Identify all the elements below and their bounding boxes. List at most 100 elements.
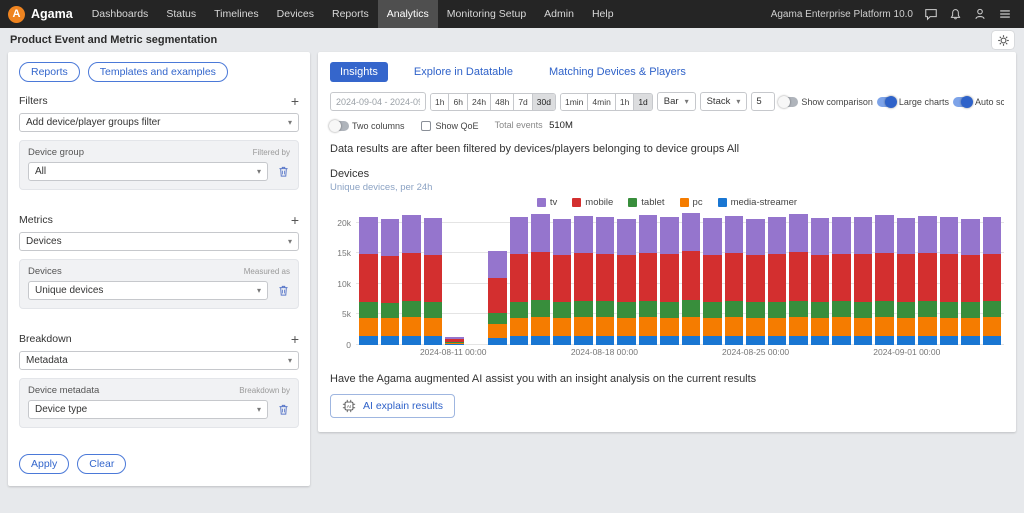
bar-2024-08-11[interactable] [445,213,464,345]
resolution-1min[interactable]: 1min [561,94,587,110]
chart-type-select[interactable]: Bar ▾ [657,92,696,111]
bar-2024-08-31[interactable] [875,213,894,345]
bar-2024-08-25[interactable] [746,213,765,345]
menu-item-devices[interactable]: Devices [268,0,323,28]
two-columns-toggle[interactable] [330,121,349,131]
bar-2024-08-08[interactable] [381,213,400,345]
bar-segment-tablet [725,301,744,317]
show-comparison-toggle[interactable] [779,97,798,107]
metrics-section-header: Metrics + [19,214,299,226]
legend-item-pc[interactable]: pc [680,197,703,208]
metric-type-select[interactable]: Devices ▾ [19,232,299,251]
legend-item-tv[interactable]: tv [537,197,557,208]
legend-item-tablet[interactable]: tablet [628,197,664,208]
bar-2024-09-04[interactable] [961,213,980,345]
nav-button-templates-and-examples[interactable]: Templates and examples [88,62,228,82]
ai-explain-button[interactable]: AI AI explain results [330,394,455,418]
range-1h[interactable]: 1h [431,94,448,110]
add-filter-icon[interactable]: + [291,96,299,106]
bar-2024-09-05[interactable] [983,213,1002,345]
bar-2024-09-01[interactable] [897,213,916,345]
apply-button[interactable]: Apply [19,454,69,474]
range-48h[interactable]: 48h [490,94,513,110]
menu-item-timelines[interactable]: Timelines [205,0,268,28]
top-n-input[interactable] [751,92,775,111]
trash-icon[interactable] [277,165,290,178]
resolution-4min[interactable]: 4min [587,94,614,110]
trash-icon[interactable] [277,284,290,297]
menu-icon[interactable] [998,7,1012,21]
breakdown-type-select[interactable]: Metadata ▾ [19,351,299,370]
menu-item-admin[interactable]: Admin [535,0,583,28]
legend-label: tv [550,197,557,208]
bar-2024-08-27[interactable] [789,213,808,345]
bar-2024-08-29[interactable] [832,213,851,345]
measured-as-select[interactable]: Unique devices ▾ [28,281,268,300]
menu-item-dashboards[interactable]: Dashboards [83,0,158,28]
range-7d[interactable]: 7d [513,94,531,110]
bar-2024-08-14[interactable] [510,213,529,345]
settings-button[interactable] [992,31,1014,49]
resolution-1h[interactable]: 1h [615,94,633,110]
bar-2024-08-17[interactable] [574,213,593,345]
bar-2024-08-24[interactable] [725,213,744,345]
y-tick-label: 15k [337,248,351,258]
legend-item-media-streamer[interactable]: media-streamer [718,197,798,208]
bar-2024-08-21[interactable] [660,213,679,345]
stack-mode-select[interactable]: Stack ▾ [700,92,748,111]
trash-icon[interactable] [277,403,290,416]
menu-item-help[interactable]: Help [583,0,623,28]
bar-segment-tablet [940,302,959,318]
legend-item-mobile[interactable]: mobile [572,197,613,208]
bar-2024-08-26[interactable] [768,213,787,345]
bar-2024-09-03[interactable] [940,213,959,345]
bar-2024-09-02[interactable] [918,213,937,345]
bar-segment-media-streamer [961,336,980,345]
menu-item-status[interactable]: Status [157,0,205,28]
bar-2024-08-16[interactable] [553,213,572,345]
resolution-1d[interactable]: 1d [633,94,651,110]
y-tick-label: 10k [337,279,351,289]
bar-segment-pc [811,318,830,336]
add-metric-icon[interactable]: + [291,215,299,225]
bar-2024-08-18[interactable] [596,213,615,345]
range-24h[interactable]: 24h [467,94,490,110]
menu-item-analytics[interactable]: Analytics [378,0,438,28]
nav-button-reports[interactable]: Reports [19,62,80,82]
device-group-select[interactable]: All ▾ [28,162,268,181]
bar-segment-media-streamer [682,336,701,345]
chat-icon[interactable] [924,7,938,21]
tab-insights[interactable]: Insights [330,62,388,82]
range-6h[interactable]: 6h [448,94,466,110]
user-icon[interactable] [973,7,987,21]
date-range-input[interactable] [330,92,426,111]
add-breakdown-icon[interactable]: + [291,334,299,344]
bar-2024-08-15[interactable] [531,213,550,345]
menu-item-monitoring-setup[interactable]: Monitoring Setup [438,0,535,28]
auto-scale-toggle[interactable] [953,97,972,107]
bar-2024-08-10[interactable] [424,213,443,345]
bar-2024-08-30[interactable] [854,213,873,345]
bar-2024-08-09[interactable] [402,213,421,345]
show-qoe-checkbox[interactable] [421,121,431,131]
bar-2024-08-19[interactable] [617,213,636,345]
tab-explore-in-datatable[interactable]: Explore in Datatable [404,62,523,82]
clear-button[interactable]: Clear [77,454,126,474]
bar-2024-08-28[interactable] [811,213,830,345]
range-30d[interactable]: 30d [532,94,555,110]
bell-icon[interactable] [949,8,962,21]
bar-segment-tablet [789,301,808,317]
bar-segment-tablet [682,300,701,317]
bar-2024-08-07[interactable] [359,213,378,345]
large-charts-toggle[interactable] [877,97,896,107]
bar-2024-08-20[interactable] [639,213,658,345]
add-filter-select[interactable]: Add device/player groups filter ▾ [19,113,299,132]
bar-segment-tv [875,215,894,252]
bar-2024-08-12[interactable] [467,213,486,345]
breakdown-by-select[interactable]: Device type ▾ [28,400,268,419]
menu-item-reports[interactable]: Reports [323,0,378,28]
bar-2024-08-22[interactable] [682,213,701,345]
bar-2024-08-13[interactable] [488,213,507,345]
bar-2024-08-23[interactable] [703,213,722,345]
tab-matching-devices-players[interactable]: Matching Devices & Players [539,62,696,82]
